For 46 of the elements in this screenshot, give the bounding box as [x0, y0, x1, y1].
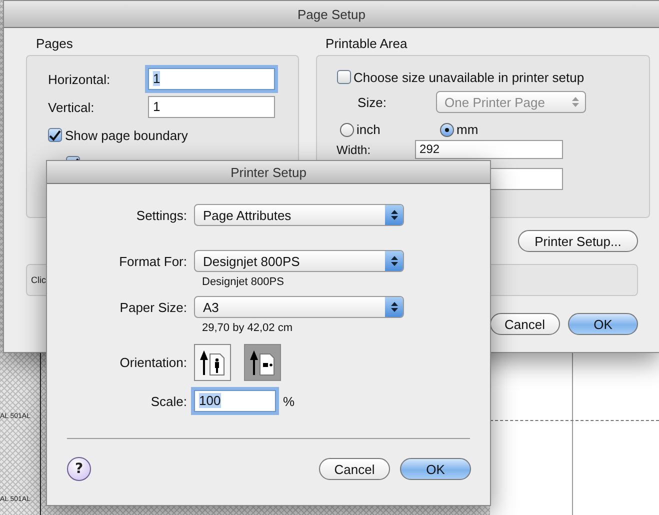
- landscape-orientation-icon: [250, 350, 276, 376]
- radio-button[interactable]: [340, 122, 354, 136]
- window-title: Page Setup: [298, 6, 366, 22]
- stepper-icon: [385, 251, 403, 271]
- checkbox[interactable]: [48, 128, 62, 142]
- ok-button[interactable]: OK: [568, 313, 638, 335]
- field-label: Settings:: [135, 208, 187, 222]
- input-field[interactable]: 1: [148, 96, 275, 118]
- dropdown[interactable]: Designjet 800PS: [194, 250, 404, 272]
- stepper-icon: [385, 297, 403, 317]
- cancel-button[interactable]: Cancel: [319, 458, 390, 480]
- printer-setup-button[interactable]: Printer Setup...: [518, 230, 638, 252]
- radio-label: mm: [456, 122, 478, 137]
- window-title: Printer Setup: [230, 164, 306, 180]
- unit-label: %: [283, 394, 295, 408]
- input-field[interactable]: 292: [414, 140, 563, 159]
- dropdown[interactable]: Page Attributes: [194, 204, 404, 226]
- ok-button[interactable]: OK: [400, 458, 471, 480]
- field-label: Width:: [336, 142, 372, 156]
- input-field[interactable]: 1: [148, 68, 275, 90]
- field-label: Format For:: [118, 254, 187, 268]
- stepper-icon: [385, 205, 403, 225]
- input-field[interactable]: 100: [194, 390, 276, 412]
- orientation-button[interactable]: [244, 344, 281, 381]
- field-label: Orientation:: [118, 355, 187, 370]
- field-label: Horizontal:: [48, 72, 112, 86]
- radio-button[interactable]: [440, 122, 454, 136]
- checkbox[interactable]: [336, 70, 351, 84]
- dropdown[interactable]: A3: [194, 296, 404, 318]
- field-label: Size:: [358, 94, 388, 110]
- note-text: Designjet 800PS: [202, 276, 285, 288]
- checkbox-label: Choose size unavailable in printer setup: [354, 70, 584, 84]
- checkbox-label: Show page boundary: [65, 128, 188, 142]
- group-title: Pages: [36, 36, 74, 51]
- portrait-orientation-icon: [200, 350, 226, 376]
- help-button[interactable]: ?: [67, 457, 91, 481]
- field-label: Scale:: [150, 394, 187, 408]
- radio-label: inch: [356, 122, 380, 137]
- field-label: Vertical:: [48, 100, 96, 114]
- group-title: Printable Area: [326, 36, 408, 51]
- info-text: Clic: [31, 275, 46, 285]
- field-label: Paper Size:: [118, 300, 187, 314]
- checkmark-icon: [49, 130, 61, 140]
- orientation-button[interactable]: [194, 344, 231, 381]
- note-text: 29,70 by 42,02 cm: [202, 322, 294, 334]
- cancel-button[interactable]: Cancel: [490, 313, 560, 335]
